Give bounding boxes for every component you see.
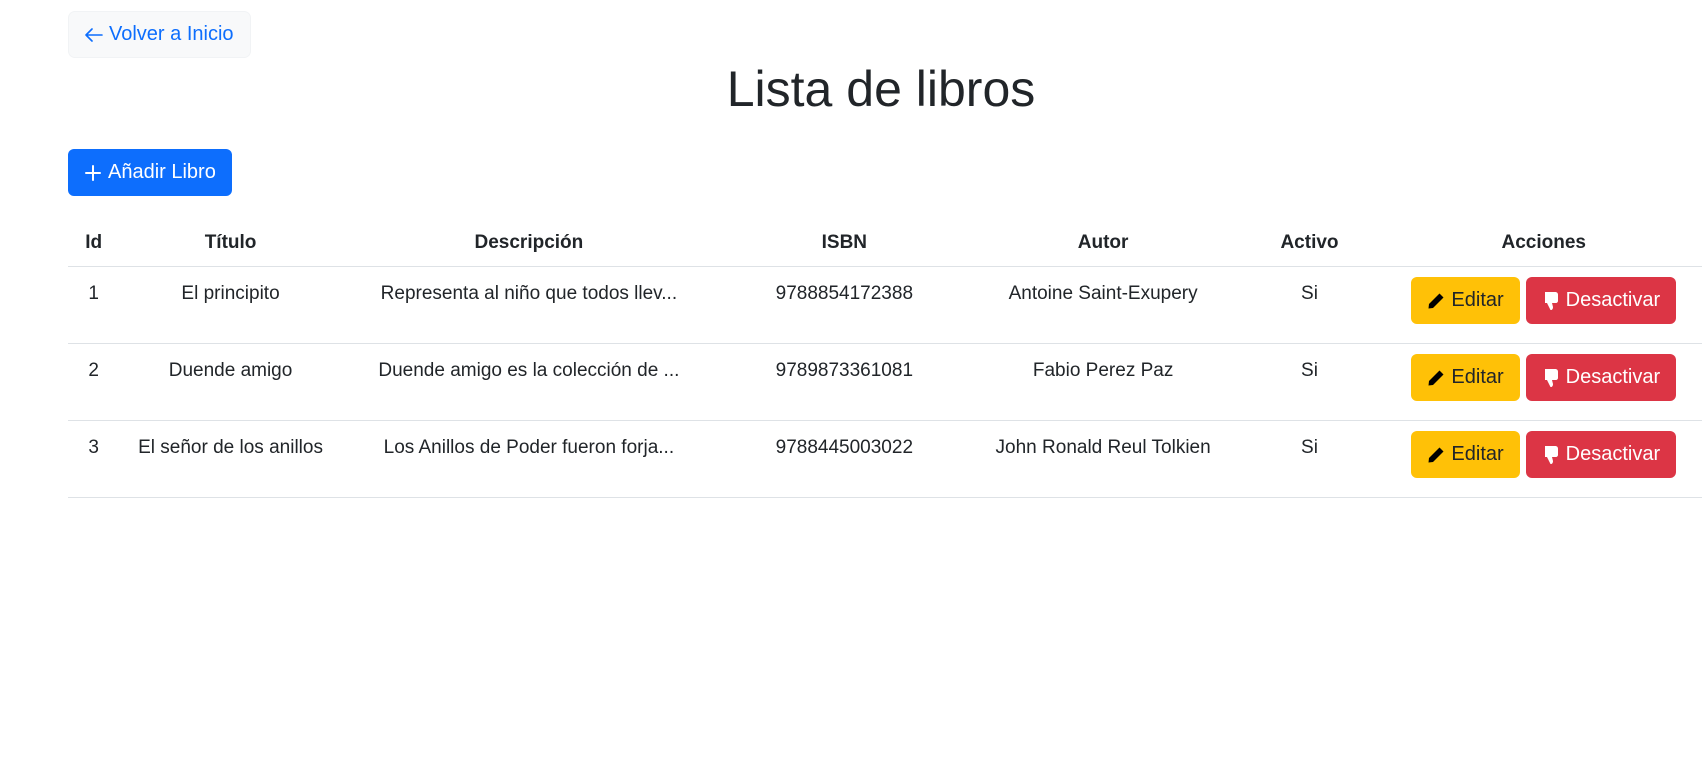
header-id: Id bbox=[68, 220, 120, 267]
cell-id: 2 bbox=[68, 343, 120, 421]
table-row: 2 Duende amigo Duende amigo es la colecc… bbox=[68, 343, 1702, 421]
header-isbn: ISBN bbox=[716, 220, 973, 267]
edit-label: Editar bbox=[1451, 366, 1504, 388]
description-text: Los Anillos de Poder fueron forja... bbox=[383, 437, 675, 458]
thumbs-down-icon bbox=[1542, 445, 1560, 465]
cell-autor: John Ronald Reul Tolkien bbox=[972, 420, 1234, 498]
thumbs-down-icon bbox=[1542, 368, 1560, 388]
cell-descripcion: Representa al niño que todos llev... bbox=[341, 266, 717, 344]
add-book-label: Añadir Libro bbox=[108, 161, 216, 183]
pencil-icon bbox=[1427, 446, 1445, 464]
table-header-row: Id Título Descripción ISBN Autor Activo … bbox=[68, 220, 1702, 267]
deactivate-button[interactable]: Desactivar bbox=[1525, 277, 1677, 324]
add-book-button[interactable]: Añadir Libro bbox=[68, 149, 232, 196]
books-table: Id Título Descripción ISBN Autor Activo … bbox=[68, 220, 1702, 498]
back-to-home-link[interactable]: Volver a Inicio bbox=[68, 11, 251, 58]
page-title: Lista de libros bbox=[726, 61, 1036, 117]
header-activo: Activo bbox=[1233, 220, 1386, 267]
edit-button[interactable]: Editar bbox=[1411, 431, 1520, 478]
cell-isbn: 9788445003022 bbox=[716, 420, 973, 498]
deactivate-label: Desactivar bbox=[1565, 289, 1661, 311]
description-text: Representa al niño que todos llev... bbox=[380, 283, 678, 304]
cell-autor: Fabio Perez Paz bbox=[972, 343, 1234, 421]
row-actions: Editar Desactivar bbox=[1385, 354, 1702, 401]
table-row: 1 El principito Representa al niño que t… bbox=[68, 266, 1702, 344]
edit-label: Editar bbox=[1451, 289, 1504, 311]
cell-activo: Si bbox=[1233, 266, 1386, 344]
plus-icon bbox=[84, 164, 102, 182]
row-actions: Editar Desactivar bbox=[1385, 277, 1702, 324]
cell-titulo: Duende amigo bbox=[119, 343, 342, 421]
description-text: Duende amigo es la colección de ... bbox=[378, 360, 680, 381]
header-descripcion: Descripción bbox=[341, 220, 717, 267]
cell-autor: Antoine Saint-Exupery bbox=[972, 266, 1234, 344]
deactivate-button[interactable]: Desactivar bbox=[1525, 431, 1677, 478]
row-actions: Editar Desactivar bbox=[1385, 431, 1702, 478]
cell-acciones: Editar Desactivar bbox=[1385, 343, 1702, 421]
cell-descripcion: Duende amigo es la colección de ... bbox=[341, 343, 717, 421]
header-autor: Autor bbox=[972, 220, 1234, 267]
deactivate-label: Desactivar bbox=[1565, 366, 1661, 388]
thumbs-down-icon bbox=[1542, 291, 1560, 311]
page: Volver a Inicio Lista de libros Añadir L… bbox=[0, 0, 1702, 768]
arrow-left-icon bbox=[85, 27, 103, 42]
cell-titulo: El principito bbox=[119, 266, 342, 344]
pencil-icon bbox=[1427, 369, 1445, 387]
cell-isbn: 9789873361081 bbox=[716, 343, 973, 421]
cell-isbn: 9788854172388 bbox=[716, 266, 973, 344]
cell-acciones: Editar Desactivar bbox=[1385, 266, 1702, 344]
header-acciones: Acciones bbox=[1385, 220, 1702, 267]
deactivate-button[interactable]: Desactivar bbox=[1525, 354, 1677, 401]
cell-descripcion: Los Anillos de Poder fueron forja... bbox=[341, 420, 717, 498]
cell-id: 3 bbox=[68, 420, 120, 498]
cell-activo: Si bbox=[1233, 343, 1386, 421]
edit-button[interactable]: Editar bbox=[1411, 354, 1520, 401]
edit-label: Editar bbox=[1451, 443, 1504, 465]
cell-acciones: Editar Desactivar bbox=[1385, 420, 1702, 498]
pencil-icon bbox=[1427, 292, 1445, 310]
deactivate-label: Desactivar bbox=[1565, 443, 1661, 465]
cell-id: 1 bbox=[68, 266, 120, 344]
edit-button[interactable]: Editar bbox=[1411, 277, 1520, 324]
cell-titulo: El señor de los anillos bbox=[119, 420, 342, 498]
back-link-label: Volver a Inicio bbox=[109, 23, 234, 45]
cell-activo: Si bbox=[1233, 420, 1386, 498]
table-row: 3 El señor de los anillos Los Anillos de… bbox=[68, 420, 1702, 498]
header-titulo: Título bbox=[119, 220, 342, 267]
